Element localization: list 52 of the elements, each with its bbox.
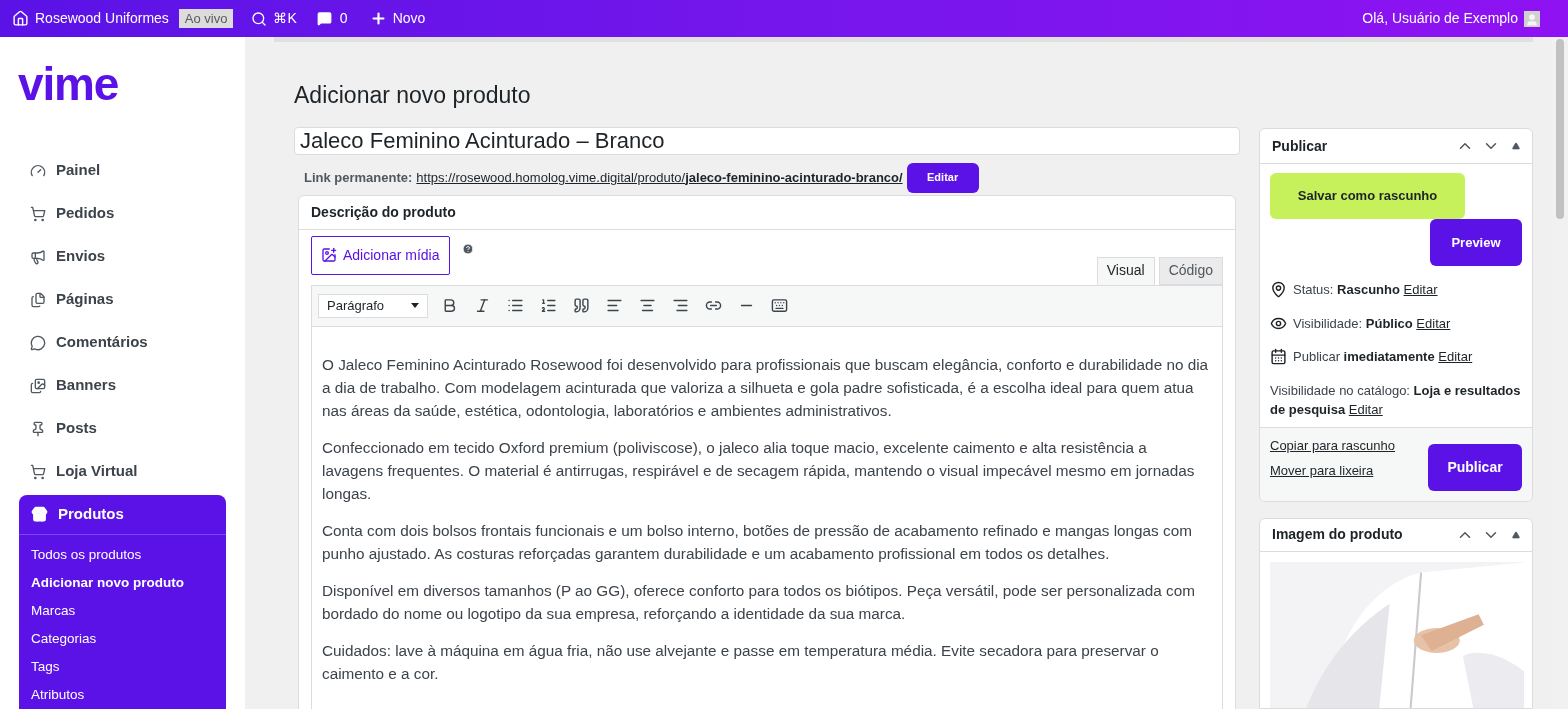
publish-setting: Visibilidade: Público Editar bbox=[1293, 314, 1451, 333]
page-title: Adicionar novo produto bbox=[294, 81, 532, 110]
edit-link[interactable]: Editar bbox=[1403, 282, 1438, 297]
submenu-title[interactable]: Produtos bbox=[19, 495, 226, 535]
editor-tab[interactable]: Visual bbox=[1096, 256, 1155, 285]
panel-title: Imagem do produto bbox=[1272, 525, 1403, 544]
sidebar-item[interactable]: Pedidos bbox=[0, 192, 245, 235]
paragraph: O Jaleco Feminino Acinturado Rosewood foi desenvolvido para profissionais que buscam elegância, conforto e durabilidade no dia a dia de trabalho. Com modelagem acinturada que valoriza a silhueta e gola padre sofisticada, é a escolha ideal para quem atua nas áreas da saúde, estética, odontologia, laboratórios e ambientes administrativos. bbox=[322, 354, 1210, 421]
panel-title: Publicar bbox=[1272, 136, 1328, 156]
paragraph: Confeccionado em tecido Oxford premium (poliviscose), o jaleco alia toque macio, excelente caimento e alta resistência a lavagens frequentes. O material é antirrugas, respirável e de secagem rápida, mantendo o visual impecável mesmo em jornadas longas. bbox=[322, 437, 1196, 504]
submenu-item[interactable]: Todos os produtos bbox=[31, 541, 226, 569]
permalink-link[interactable]: https://rosewood.homolog.vime.digital/produto/jaleco-feminino-acinturado-branco/ bbox=[416, 167, 903, 188]
sidebar-item[interactable]: Comentários bbox=[0, 321, 245, 364]
edit-link[interactable]: Editar bbox=[1348, 401, 1383, 417]
edit-link[interactable]: Editar bbox=[1438, 349, 1473, 364]
publish-setting: Publicar imediatamente Editar bbox=[1293, 348, 1473, 366]
submenu-item[interactable]: Marcas bbox=[31, 597, 226, 625]
publish-setting: Status: Rascunho Editar bbox=[1293, 281, 1438, 299]
publish-button[interactable]: Publicar bbox=[1428, 443, 1522, 491]
permalink-label: Link permanente: bbox=[304, 168, 413, 187]
submenu-item[interactable]: Adicionar novo produto bbox=[31, 569, 226, 597]
copy-draft-link[interactable]: Copiar para rascunho bbox=[1270, 435, 1396, 455]
preview-button[interactable]: Preview bbox=[1430, 219, 1522, 266]
editor-tab[interactable]: Código bbox=[1158, 256, 1223, 285]
sidebar-item[interactable]: Banners bbox=[0, 364, 245, 407]
sidebar-item[interactable]: Painel bbox=[0, 149, 245, 192]
site-name[interactable]: Rosewood Uniformes bbox=[35, 8, 169, 29]
sidebar-item[interactable]: Posts bbox=[0, 407, 245, 450]
search-shortcut[interactable]: ⌘K bbox=[273, 8, 297, 29]
edit-link[interactable]: Editar bbox=[1416, 315, 1451, 331]
submenu-item[interactable]: Categorias bbox=[31, 625, 226, 653]
catalog-visibility: Visibilidade no catálogo: Loja e resultados de pesquisa Editar bbox=[1270, 381, 1522, 419]
paragraph: Cuidados: lave à máquina em água fria, não use alvejante e passe em temperatura média. Evite secadora para preservar o caimento e a cor. bbox=[322, 640, 1160, 684]
sidebar-item[interactable]: Loja Virtual bbox=[0, 450, 245, 493]
paragraph: Conta com dois bolsos frontais funcionais e um bolso interno, botões de pressão de acabamento refinado e mangas longas com punho ajustado. As costuras reforçadas garantem durabilidade e um acabamento profissional em todos os detalhes. bbox=[322, 520, 1193, 564]
live-badge: Ao vivo bbox=[178, 8, 234, 29]
sidebar-item[interactable]: Páginas bbox=[0, 278, 245, 321]
submenu-item[interactable]: Atributos bbox=[31, 681, 226, 709]
new-link[interactable]: Novo bbox=[392, 8, 426, 29]
panel-title: Descrição do produto bbox=[299, 195, 1235, 230]
trash-link[interactable]: Mover para lixeira bbox=[1270, 461, 1396, 481]
comment-count[interactable]: 0 bbox=[339, 8, 348, 29]
sidebar-item[interactable]: Envios bbox=[0, 235, 245, 278]
user-greeting[interactable]: Olá, Usuário de Exemplo bbox=[1362, 8, 1518, 29]
add-media-button[interactable]: Adicionar mídia bbox=[311, 235, 450, 275]
save-draft-button[interactable]: Salvar como rascunho bbox=[1270, 173, 1465, 219]
format-select[interactable]: Parágrafo bbox=[318, 293, 428, 318]
title-field[interactable]: Jaleco Feminino Acinturado – Branco bbox=[294, 126, 1240, 155]
submenu-item[interactable]: Tags bbox=[31, 653, 226, 681]
paragraph: Disponível em diversos tamanhos (P ao GG), oferece conforto para todos os biótipos. Peça versátil, pode ser personalizada com bordado do nome ou logotipo da sua empresa, reforçando a identidade da sua marca. bbox=[322, 580, 1196, 624]
edit-permalink-button[interactable]: Editar bbox=[906, 162, 979, 193]
logo[interactable]: vime bbox=[18, 61, 245, 107]
